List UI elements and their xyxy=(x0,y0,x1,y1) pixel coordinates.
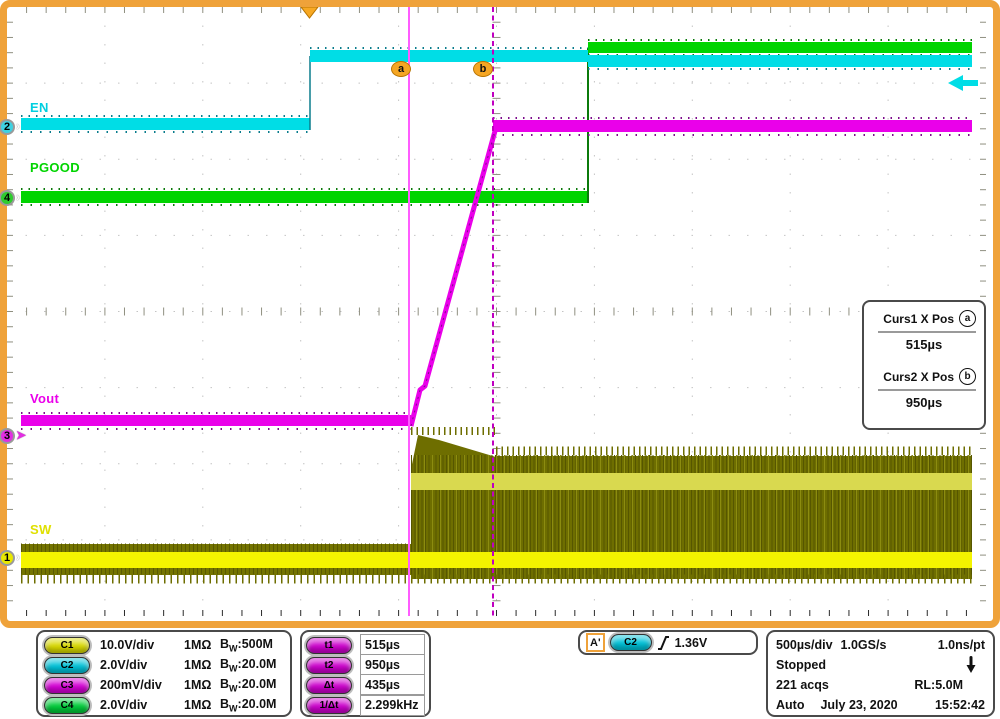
t1-value[interactable]: 515µs xyxy=(360,634,425,655)
cursor-readout-panel: Curs1 X Pos a 515µs Curs2 X Pos b 950µs xyxy=(862,300,986,430)
trigger-level: 1.36V xyxy=(675,636,708,650)
trace-label-en: EN xyxy=(30,100,49,115)
curs2-x-pos-label: Curs2 X Pos xyxy=(883,370,954,384)
date: July 23, 2020 xyxy=(820,698,897,712)
trace-vout xyxy=(21,118,972,429)
c2-bandwidth: BW:20.0M xyxy=(220,657,276,674)
channel-c3-button[interactable]: C3 xyxy=(44,677,90,694)
c4-impedance: 1MΩ xyxy=(184,698,220,712)
trigger-level-icon[interactable] xyxy=(948,75,978,91)
t1-button[interactable]: t1 xyxy=(306,637,352,654)
channel-c2-button[interactable]: C2 xyxy=(44,657,90,674)
curs1-x-pos-value: 515µs xyxy=(872,337,976,352)
time: 15:52:42 xyxy=(935,698,985,712)
record-length: RL:5.0M xyxy=(914,678,963,692)
curs2-badge: b xyxy=(959,368,976,385)
trace-label-vout: Vout xyxy=(30,391,59,406)
horizontal-acquisition-panel: 500µs/div 1.0GS/s 1.0ns/pt Stopped 221 a… xyxy=(766,630,995,717)
t2-value[interactable]: 950µs xyxy=(360,654,425,675)
trigger-source-button[interactable]: C2 xyxy=(610,634,652,651)
curs1-x-pos-label: Curs1 X Pos xyxy=(883,312,954,326)
c2-impedance: 1MΩ xyxy=(184,658,220,672)
timebase: 500µs/div xyxy=(776,638,833,652)
c1-scale: 10.0V/div xyxy=(100,638,184,652)
trigger-mode: Auto xyxy=(776,698,804,712)
sample-rate: 1.0GS/s xyxy=(841,638,887,652)
c3-scale: 200mV/div xyxy=(100,678,184,692)
cursor-b-bubble[interactable]: b xyxy=(473,61,493,77)
trace-label-sw: SW xyxy=(30,522,52,537)
delta-t-button[interactable]: Δt xyxy=(306,677,352,694)
acquisition-status: Stopped xyxy=(776,658,826,672)
delta-t-value: 435µs xyxy=(360,674,425,695)
inverse-delta-t-button[interactable]: 1/Δt xyxy=(306,697,352,714)
channel-marker-c3-arrow: ➤ xyxy=(16,428,26,442)
rising-edge-icon xyxy=(657,635,670,651)
c2-scale: 2.0V/div xyxy=(100,658,184,672)
trace-label-pgood: PGOOD xyxy=(30,160,80,175)
channel-settings-panel: C1 10.0V/div 1MΩ BW:500M C2 2.0V/div 1MΩ… xyxy=(36,630,292,717)
cursor-times-panel: t1 515µs t2 950µs Δt 435µs 1/Δt 2.299kHz xyxy=(300,630,431,717)
sample-period: 1.0ns/pt xyxy=(938,638,985,652)
c4-bandwidth: BW:20.0M xyxy=(220,697,276,714)
divider xyxy=(878,389,976,391)
trigger-panel: A' C2 1.36V xyxy=(578,630,758,655)
acquisition-count: 221 acqs xyxy=(776,678,829,692)
divider xyxy=(878,331,976,333)
inverse-delta-t-value: 2.299kHz xyxy=(360,695,425,716)
waveform-display xyxy=(7,7,986,616)
channel-marker-c4-arrow: › xyxy=(16,190,20,204)
c3-bandwidth: BW:20.0M xyxy=(220,677,276,694)
channel-marker-c1-arrow: › xyxy=(16,550,20,564)
trigger-indicator-icon xyxy=(965,656,977,674)
curs1-badge: a xyxy=(959,310,976,327)
channel-c4-button[interactable]: C4 xyxy=(44,697,90,714)
cursor-a-bubble[interactable]: a xyxy=(391,61,411,77)
c1-bandwidth: BW:500M xyxy=(220,637,273,654)
t2-button[interactable]: t2 xyxy=(306,657,352,674)
curs2-x-pos-value: 950µs xyxy=(872,395,976,410)
c3-impedance: 1MΩ xyxy=(184,678,220,692)
channel-c1-button[interactable]: C1 xyxy=(44,637,90,654)
c1-impedance: 1MΩ xyxy=(184,638,220,652)
oscilloscope-screen: EN PGOOD Vout SW 2 › 4 › 3 ➤ 1 › a b Cur… xyxy=(0,0,1000,719)
channel-marker-c2-arrow: › xyxy=(16,119,20,133)
c4-scale: 2.0V/div xyxy=(100,698,184,712)
graticule-frame: EN PGOOD Vout SW 2 › 4 › 3 ➤ 1 › a b Cur… xyxy=(0,0,1000,628)
trigger-position-icon[interactable] xyxy=(301,7,318,18)
trigger-a-badge[interactable]: A' xyxy=(586,633,605,652)
trace-sw xyxy=(21,431,972,579)
